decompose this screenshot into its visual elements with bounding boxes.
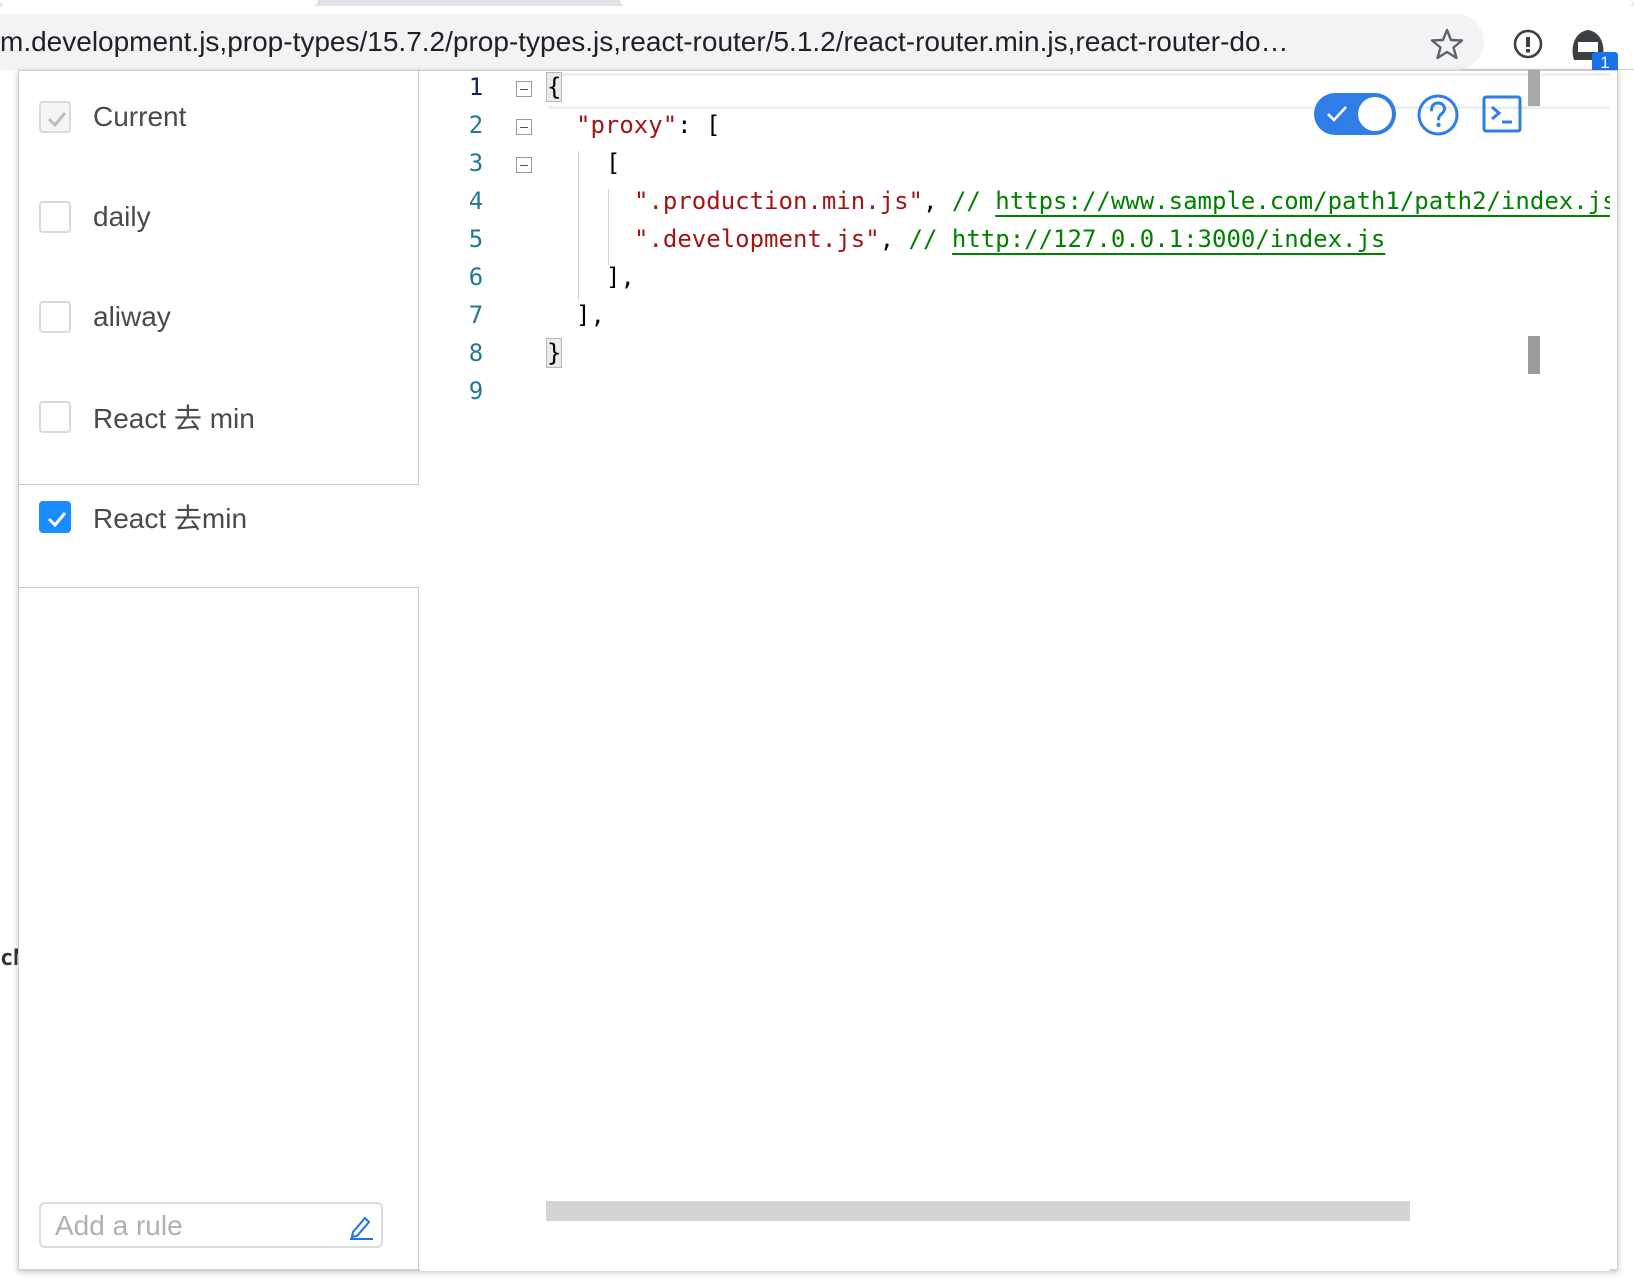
- line-number: 3: [468, 149, 484, 177]
- overview-ruler-marker: [1528, 336, 1540, 374]
- rule-label: React 去 min: [93, 403, 255, 434]
- rule-label: aliway: [93, 301, 171, 332]
- vertical-scrollbar[interactable]: [1528, 70, 1540, 106]
- code-line-7[interactable]: ],: [576, 301, 605, 329]
- background-page-text: cN: [0, 946, 18, 971]
- add-rule-field[interactable]: [39, 1202, 383, 1248]
- add-rule-input[interactable]: [55, 1210, 335, 1242]
- code-line-4[interactable]: ".production.min.js", // https://www.sam…: [634, 187, 1610, 215]
- indent-guide: [608, 189, 609, 265]
- rule-item-react-min-2[interactable]: React 去min: [39, 495, 247, 539]
- code-editor[interactable]: 1 2 3 4 5 6 7 8 9 { "proxy": [ [ ".produ…: [420, 71, 1610, 1271]
- code-line-8[interactable]: }: [546, 338, 563, 368]
- rule-item-react-min[interactable]: React 去 min: [39, 395, 255, 439]
- code-line-6[interactable]: ],: [606, 263, 635, 291]
- horizontal-scrollbar[interactable]: [546, 1201, 1410, 1221]
- line-number: 1: [468, 73, 484, 101]
- rule-label: Current: [93, 101, 187, 132]
- browser-toolbar: m.development.js,prop-types/15.7.2/prop-…: [0, 6, 1634, 74]
- rule-checkbox[interactable]: [39, 301, 71, 333]
- code-line-5[interactable]: ".development.js", // http://127.0.0.1:3…: [634, 225, 1385, 253]
- rules-sidebar: Current daily aliway React 去 min React 去…: [19, 69, 419, 1271]
- check-icon: [1327, 106, 1347, 122]
- comment: //: [908, 225, 952, 253]
- address-bar[interactable]: m.development.js,prop-types/15.7.2/prop-…: [0, 14, 1484, 70]
- comment-link[interactable]: http://127.0.0.1:3000/index.js: [952, 225, 1385, 253]
- code-punct: : [: [677, 111, 721, 139]
- comment: //: [951, 187, 996, 215]
- line-number: 6: [468, 263, 484, 291]
- terminal-icon[interactable]: [1482, 95, 1522, 133]
- code-punct: ,: [922, 187, 952, 215]
- line-number: 7: [468, 301, 484, 329]
- edit-icon[interactable]: [347, 1212, 375, 1240]
- line-number: 9: [468, 377, 484, 405]
- comment-link[interactable]: https://www.sample.com/path1/path2/index…: [995, 187, 1610, 215]
- check-icon: [47, 512, 67, 528]
- line-number: 8: [468, 339, 484, 367]
- rules-group: [19, 587, 419, 1271]
- help-icon[interactable]: [1416, 93, 1460, 137]
- info-icon[interactable]: [1512, 28, 1544, 60]
- fold-icon[interactable]: [516, 157, 532, 173]
- rule-item-current[interactable]: Current: [39, 95, 186, 139]
- rule-label: React 去min: [93, 503, 248, 534]
- code-punct: ,: [879, 225, 909, 253]
- json-key: "proxy": [576, 111, 678, 139]
- rule-checkbox[interactable]: [39, 101, 71, 133]
- fold-icon[interactable]: [516, 119, 532, 135]
- url-text[interactable]: m.development.js,prop-types/15.7.2/prop-…: [0, 26, 1400, 58]
- rule-item-daily[interactable]: daily: [39, 195, 151, 239]
- rule-item-aliway[interactable]: aliway: [39, 295, 171, 339]
- code-line-3[interactable]: [: [606, 149, 620, 177]
- bracket: }: [546, 338, 563, 368]
- indent-guide: [578, 151, 579, 301]
- line-number: 4: [468, 187, 484, 215]
- code-line-2[interactable]: "proxy": [: [576, 111, 721, 139]
- extension-popup: Current daily aliway React 去 min React 去…: [18, 69, 1618, 1271]
- rule-checkbox[interactable]: [39, 201, 71, 233]
- code-punct: ],: [576, 301, 605, 329]
- json-string: ".production.min.js": [634, 187, 923, 215]
- fold-icon[interactable]: [516, 81, 532, 97]
- code-punct: ],: [606, 263, 635, 291]
- rule-checkbox[interactable]: [39, 501, 71, 533]
- code-punct: [: [606, 149, 621, 177]
- json-string: ".development.js": [634, 225, 880, 253]
- rule-checkbox[interactable]: [39, 401, 71, 433]
- line-number: 2: [468, 111, 484, 139]
- check-icon: [47, 112, 67, 128]
- toggle-knob: [1358, 97, 1392, 131]
- bracket: {: [546, 72, 563, 102]
- code-line-1[interactable]: {: [546, 72, 563, 102]
- enable-toggle[interactable]: [1314, 93, 1396, 135]
- line-number: 5: [468, 225, 484, 253]
- star-icon[interactable]: [1430, 27, 1464, 61]
- rule-label: daily: [93, 201, 151, 232]
